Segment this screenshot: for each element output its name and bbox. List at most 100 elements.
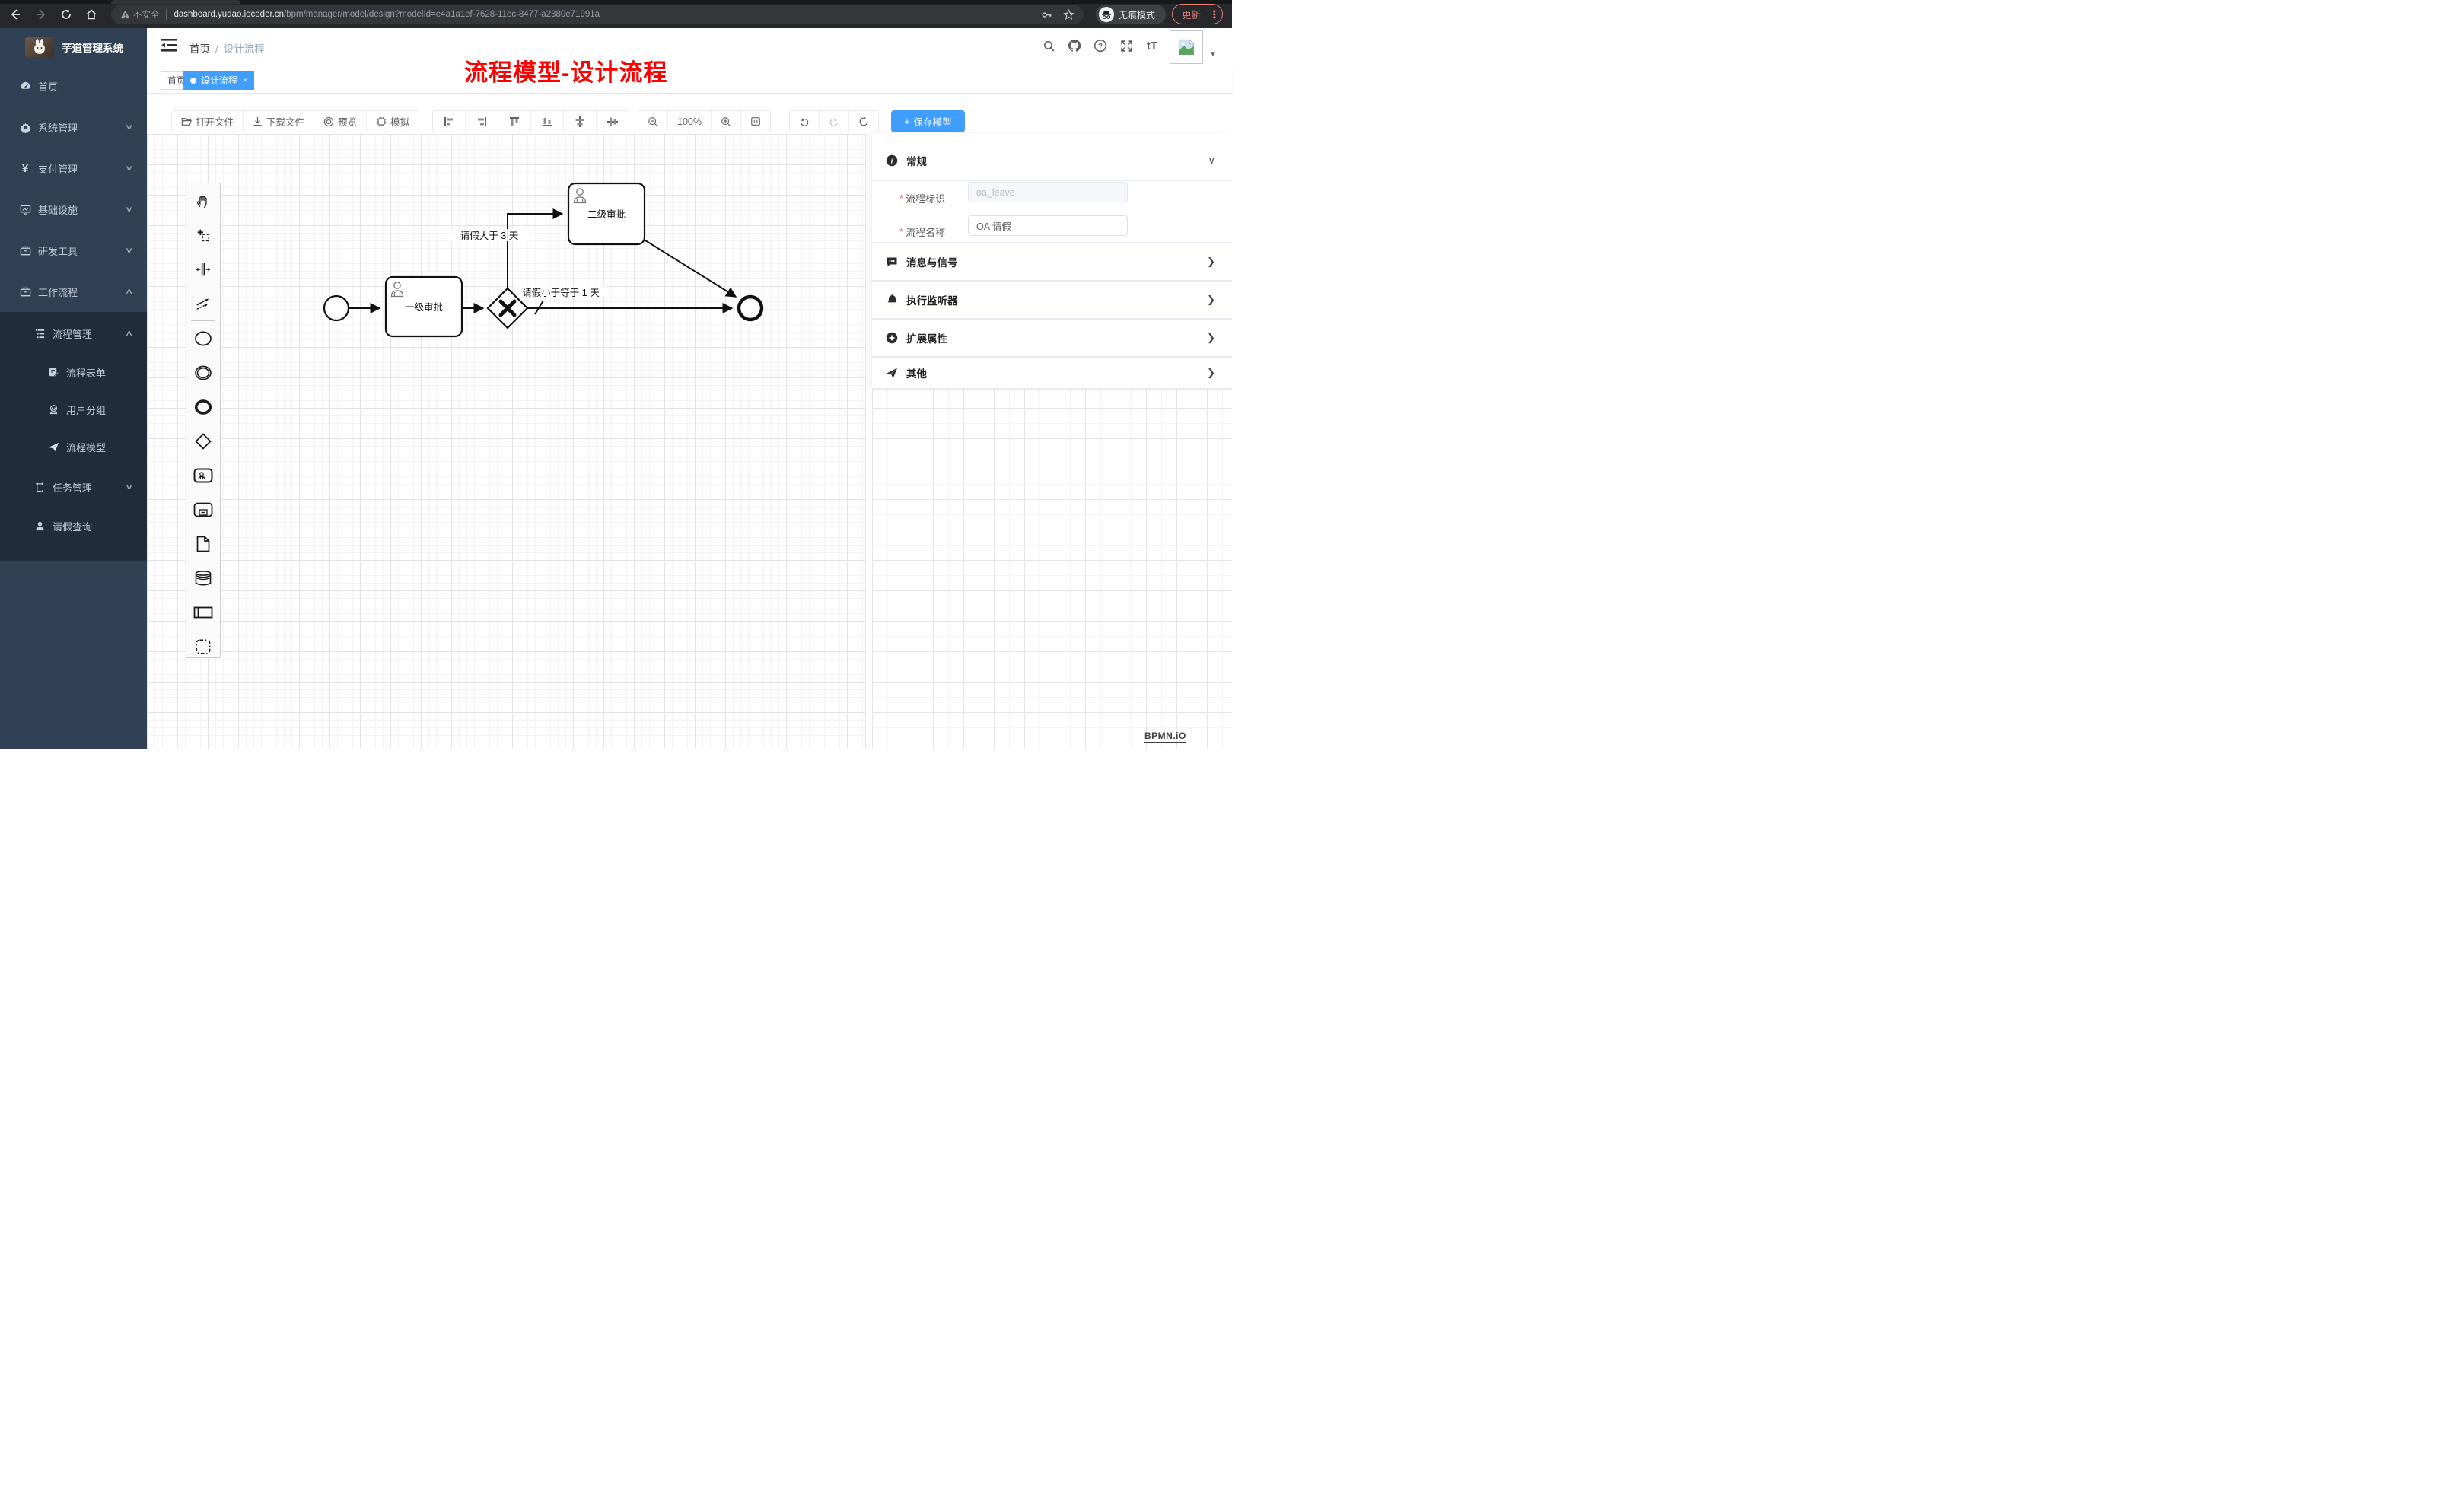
section-execution-listener[interactable]: 执行监听器 ❯ <box>872 282 1232 318</box>
task-label: 一级审批 <box>405 301 443 313</box>
breadcrumb-home[interactable]: 首页 <box>189 43 210 55</box>
create-start-event-icon[interactable] <box>186 321 220 355</box>
font-size-icon[interactable]: tT <box>1144 38 1160 53</box>
github-icon[interactable] <box>1067 38 1082 53</box>
flow-label-gt3[interactable]: 请假大于 3 天 <box>460 231 519 241</box>
key-icon[interactable] <box>1041 9 1052 21</box>
process-name-input[interactable] <box>968 215 1128 236</box>
end-event[interactable] <box>739 297 762 320</box>
align-bottom-button[interactable] <box>531 111 564 132</box>
broken-image-icon <box>1176 37 1196 57</box>
help-icon[interactable]: ? <box>1093 38 1108 53</box>
info-icon: i <box>886 154 898 167</box>
preview-button[interactable]: 预览 <box>314 111 367 132</box>
create-user-task-icon[interactable] <box>186 458 220 492</box>
align-horizontal-center-button[interactable] <box>597 111 629 132</box>
create-gateway-icon[interactable] <box>186 424 220 458</box>
lasso-tool-icon[interactable] <box>186 218 220 252</box>
url-bar[interactable]: 不安全 dashboard.yudao.iocoder.cn/bpm/manag… <box>111 5 1084 24</box>
bookmark-star-icon[interactable] <box>1063 9 1074 21</box>
sidebar-item-workflow[interactable]: 工作流程 ∧ <box>0 275 147 308</box>
section-message-signal[interactable]: 消息与信号 ❯ <box>872 243 1232 280</box>
restart-button[interactable] <box>849 111 878 132</box>
breadcrumb-separator: / <box>215 43 218 55</box>
sidebar-collapse-icon[interactable] <box>161 39 178 53</box>
create-subprocess-icon[interactable] <box>186 492 220 527</box>
align-vertical-center-button[interactable] <box>564 111 597 132</box>
security-chip[interactable]: 不安全 <box>111 8 166 21</box>
create-intermediate-event-icon[interactable] <box>186 355 220 390</box>
sidebar-item-home[interactable]: 首页 <box>0 69 147 103</box>
sidebar-item-system[interactable]: 系统管理 ∨ <box>0 110 147 144</box>
flow-task2-to-end[interactable] <box>645 240 736 297</box>
process-key-input[interactable] <box>968 182 1128 202</box>
align-right-button[interactable] <box>466 111 498 132</box>
button-label: 模拟 <box>390 114 409 129</box>
fit-viewport-button[interactable] <box>741 111 770 132</box>
open-file-button[interactable]: 打开文件 <box>172 111 244 132</box>
browser-active-tab[interactable] <box>111 0 240 4</box>
yen-icon: ¥ <box>19 162 31 175</box>
simulate-button[interactable]: 模拟 <box>367 111 419 132</box>
sidebar-item-process-form[interactable]: 流程表单 <box>0 355 147 389</box>
browser-update-button[interactable]: 更新 ••• <box>1172 4 1223 24</box>
space-tool-icon[interactable] <box>186 252 220 286</box>
active-dot <box>190 78 196 84</box>
sidebar-item-leave-query[interactable]: 请假查询 <box>0 509 147 543</box>
zoom-level[interactable]: 100% <box>668 111 712 132</box>
tag-design-active[interactable]: 设计流程 × <box>183 71 254 90</box>
avatar-caret-icon[interactable]: ▼ <box>1209 50 1217 59</box>
flow-label-le1[interactable]: 请假小于等于 1 天 <box>522 287 600 298</box>
browser-back-icon[interactable] <box>7 6 24 23</box>
monitor-icon <box>19 204 31 215</box>
download-file-button[interactable]: 下载文件 <box>244 111 314 132</box>
redo-button[interactable] <box>820 111 849 132</box>
required-marker: * <box>899 226 903 237</box>
align-top-button[interactable] <box>498 111 531 132</box>
browser-reload-icon[interactable] <box>58 6 75 23</box>
user-task-level2[interactable]: 二级审批 <box>568 183 645 244</box>
sidebar-item-devtools[interactable]: 研发工具 ∨ <box>0 234 147 267</box>
align-left-button[interactable] <box>433 111 466 132</box>
chevron-right-icon: ❯ <box>1207 332 1215 344</box>
font-size-glyph: tT <box>1147 40 1157 53</box>
flow-gateway-to-task2[interactable] <box>508 214 562 288</box>
browser-forward-icon[interactable] <box>33 6 49 23</box>
bpmn-io-watermark[interactable]: BPMN.iO <box>1144 730 1186 743</box>
sidebar-item-process-mgmt[interactable]: 流程管理 ∧ <box>0 317 147 350</box>
search-icon[interactable] <box>1041 38 1056 53</box>
zoom-out-button[interactable] <box>638 111 668 132</box>
chevron-up-icon: ∧ <box>124 288 133 296</box>
fullscreen-icon[interactable] <box>1119 38 1134 53</box>
hand-tool-icon[interactable] <box>186 183 220 218</box>
close-icon[interactable]: × <box>243 76 247 85</box>
start-event[interactable] <box>324 296 349 320</box>
avatar[interactable] <box>1170 30 1203 64</box>
section-other[interactable]: 其他 ❯ <box>872 358 1232 388</box>
sidebar-item-user-group[interactable]: 用户分组 <box>0 393 147 426</box>
url-path: /bpm/manager/model/design?modelId=e4a1a1… <box>284 10 1041 19</box>
section-extension-attrs[interactable]: 扩展属性 ❯ <box>872 320 1232 356</box>
chip-icon <box>376 116 387 127</box>
undo-button[interactable] <box>790 111 820 132</box>
sidebar-item-task-mgmt[interactable]: 任务管理 ∨ <box>0 470 147 504</box>
user-task-level1[interactable]: 一级审批 <box>386 277 462 336</box>
create-data-object-icon[interactable] <box>186 527 220 561</box>
create-end-event-icon[interactable] <box>186 390 220 424</box>
browser-menu-icon[interactable]: ••• <box>1213 10 1216 19</box>
sidebar-item-process-model[interactable]: 流程模型 <box>0 430 147 463</box>
sidebar-item-infra[interactable]: 基础设施 ∨ <box>0 193 147 226</box>
comment-icon <box>886 256 898 268</box>
align-vcenter-icon <box>575 116 585 127</box>
create-group-icon[interactable] <box>186 629 220 664</box>
sidebar-item-pay[interactable]: ¥ 支付管理 ∨ <box>0 151 147 185</box>
save-model-button[interactable]: + 保存模型 <box>891 110 965 132</box>
section-general[interactable]: i 常规 ∨ <box>872 142 1232 180</box>
global-connect-tool-icon[interactable] <box>186 286 220 320</box>
zoom-in-button[interactable] <box>712 111 741 132</box>
browser-home-icon[interactable] <box>83 6 100 23</box>
align-bottom-icon <box>542 116 552 127</box>
create-data-store-icon[interactable] <box>186 561 220 595</box>
logo-image <box>25 37 54 57</box>
create-participant-icon[interactable] <box>186 595 220 629</box>
